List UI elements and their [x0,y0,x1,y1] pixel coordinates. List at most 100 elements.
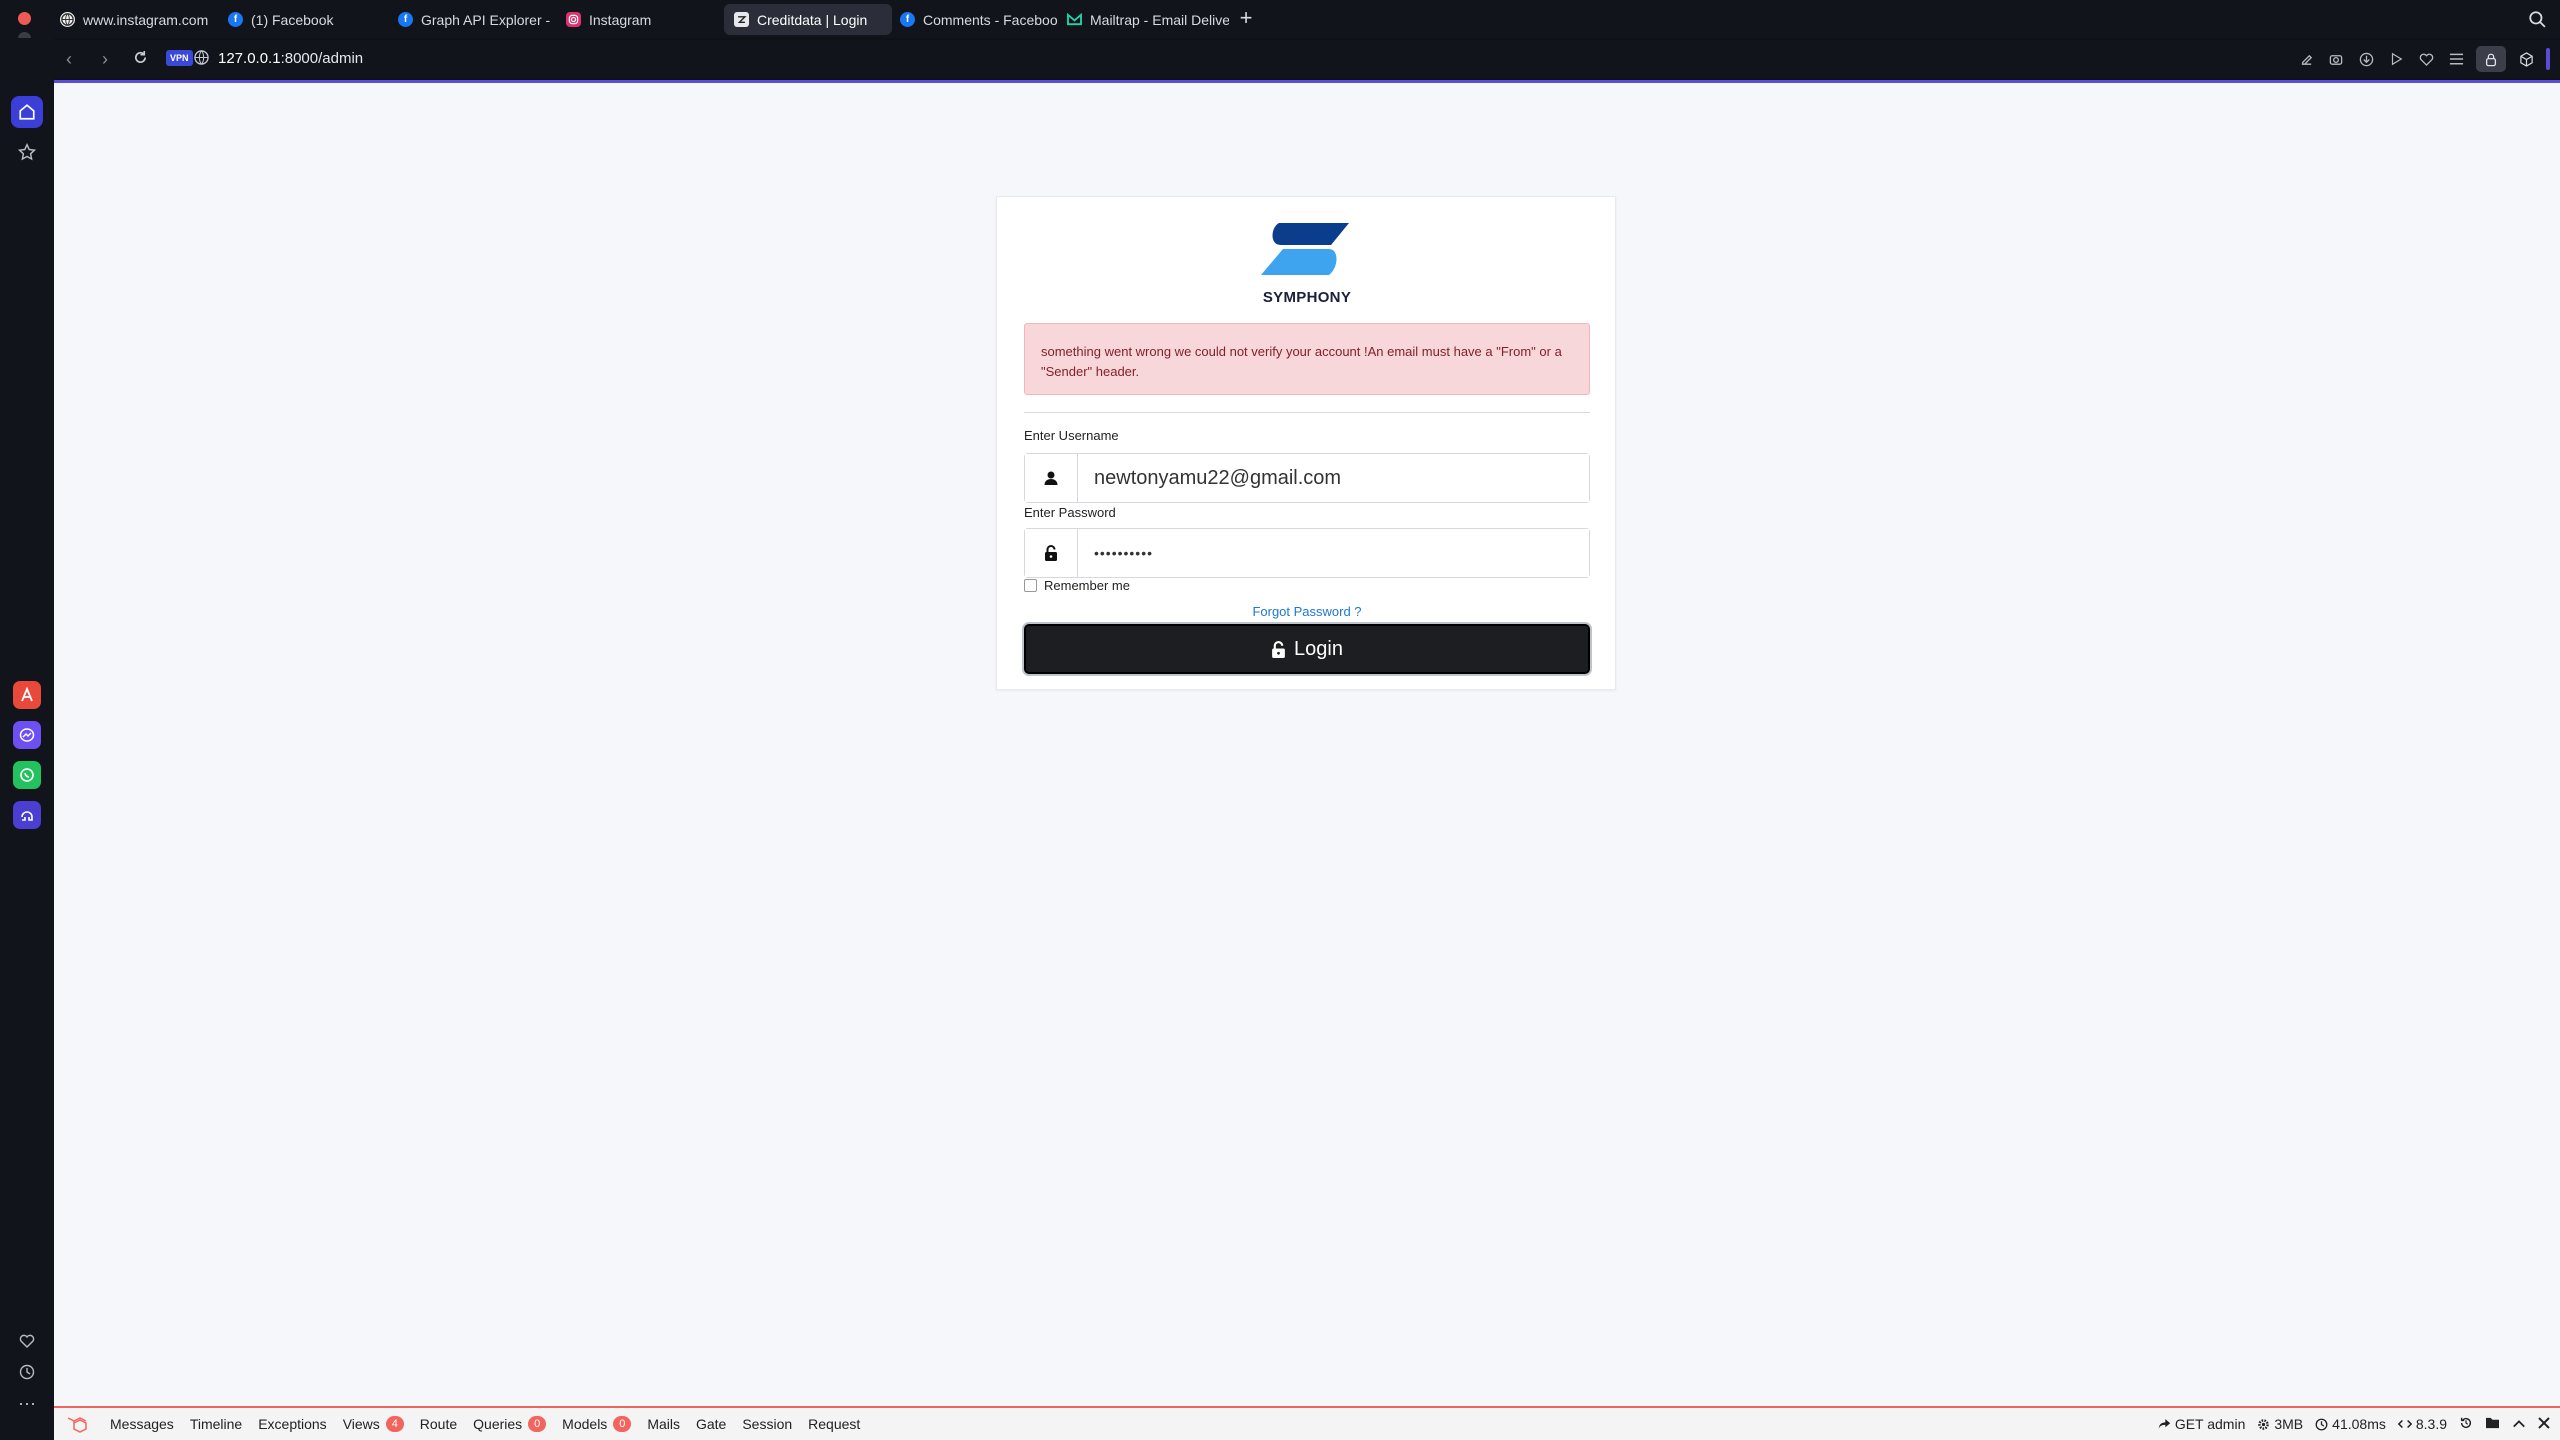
tab-facebook-comments[interactable]: f Comments - Facebook I [890,4,1058,35]
tab-label: Instagram [589,11,652,28]
remember-label: Remember me [1044,578,1130,593]
history-icon[interactable] [2459,1416,2473,1433]
browser-tab-bar: www.instagram.com f (1) Facebook f Graph… [0,0,2560,45]
username-input[interactable] [1078,454,1589,502]
whatsapp-icon[interactable] [13,761,41,789]
tab-label: Graph API Explorer - Me [421,11,553,28]
tab-instagram[interactable]: Instagram [556,4,721,35]
password-input[interactable] [1078,529,1589,577]
close-window-dot[interactable] [18,12,31,25]
debugbar-tab-request[interactable]: Request [800,1416,868,1432]
page-viewport: SYMPHONY something went wrong we could n… [54,80,2560,1406]
debugbar-tab-gate[interactable]: Gate [688,1416,734,1432]
debugbar-tab-label: Request [808,1416,861,1432]
tab-label: Creditdata | Login [757,11,868,28]
url-field[interactable]: 127.0.0.1:8000/admin [218,50,363,67]
debugbar-tab-views[interactable]: Views 4 [335,1416,412,1432]
url-host: 127.0.0.1 [218,50,281,67]
symphony-logo [1261,223,1349,275]
camera-icon[interactable] [2326,49,2346,69]
error-alert: something went wrong we could not verify… [1024,323,1590,395]
download-icon[interactable] [2356,49,2376,69]
debugbar-request-label: GET admin [2174,1416,2246,1432]
tab-instagram-web[interactable]: www.instagram.com [50,4,210,35]
debugbar-tab-label: Exceptions [258,1416,327,1432]
forgot-password-link[interactable]: Forgot Password ? [997,604,1617,619]
username-label: Enter Username [1024,428,1119,443]
lock-icon [1272,640,1285,658]
page-icon [734,12,749,27]
address-bar-tools [2296,46,2550,72]
url-path: :8000/admin [280,50,364,67]
tab-creditdata-login[interactable]: Creditdata | Login [724,4,892,35]
folder-icon[interactable] [2485,1416,2500,1432]
tab-label: www.instagram.com [83,11,209,28]
laravel-logo-icon[interactable] [64,1414,92,1434]
forward-icon[interactable]: › [94,48,116,70]
home-icon[interactable] [11,96,43,128]
clock-icon [2315,1418,2328,1430]
more-icon[interactable]: ⋯ [11,1388,43,1420]
heart-icon[interactable] [11,1324,43,1356]
remember-me[interactable]: Remember me [1024,578,1130,593]
count-badge: 0 [613,1416,632,1432]
play-icon[interactable] [2386,49,2406,69]
facebook-icon: f [228,12,243,27]
history-icon[interactable] [11,1356,43,1388]
profile-icon[interactable] [2476,46,2506,72]
star-icon[interactable] [11,136,43,168]
debugbar-tab-label: Route [419,1416,458,1432]
count-badge: 4 [385,1416,404,1432]
remember-checkbox[interactable] [1024,579,1037,592]
debugbar-tab-models[interactable]: Models 0 [554,1416,639,1432]
debugbar-tab-label: Timeline [189,1416,243,1432]
tab-facebook[interactable]: f (1) Facebook [218,4,383,35]
tab-graph-api-explorer[interactable]: f Graph API Explorer - Me [388,4,553,35]
debugbar-tab-timeline[interactable]: Timeline [182,1416,250,1432]
new-tab-button[interactable]: + [1236,7,1256,29]
username-input-group [1024,453,1590,503]
debugbar-tab-exceptions[interactable]: Exceptions [250,1416,334,1432]
vpn-badge[interactable]: VPN [166,50,193,66]
share-icon [2158,1419,2170,1429]
login-card: SYMPHONY something went wrong we could n… [996,196,1616,690]
debugbar-tab-queries[interactable]: Queries 0 [465,1416,554,1432]
debugbar-tab-label: Models [562,1416,608,1432]
divider [1024,412,1590,413]
facebook-icon: f [398,12,413,27]
search-tabs-icon[interactable] [2528,10,2548,30]
debugbar-time-value: 41.08ms [2332,1416,2386,1432]
heart-icon[interactable] [2416,49,2436,69]
debugbar: Messages Timeline Exceptions Views 4 Rout… [54,1406,2560,1440]
debugbar-tab-messages[interactable]: Messages [102,1416,182,1432]
reload-icon[interactable] [129,48,151,70]
debugbar-tab-session[interactable]: Session [734,1416,800,1432]
extensions-icon[interactable] [2516,49,2536,69]
debugbar-stats: GET admin 3MB 41.08ms 8.3.9 [2158,1416,2560,1433]
debugbar-tab-label: Views [342,1416,380,1432]
debugbar-tab-mails[interactable]: Mails [639,1416,688,1432]
music-app-icon[interactable] [13,801,41,829]
password-input-group [1024,528,1590,578]
debugbar-tab-route[interactable]: Route [412,1416,465,1432]
debugbar-request[interactable]: GET admin [2158,1416,2246,1432]
site-info-icon[interactable] [194,50,210,66]
close-icon[interactable] [2538,1416,2550,1432]
tab-label: (1) Facebook [251,11,334,28]
debugbar-tab-label: Mails [647,1416,680,1432]
back-icon[interactable]: ‹ [58,48,80,70]
menu-icon[interactable] [2446,49,2466,69]
user-icon [1025,454,1078,502]
messenger-icon[interactable] [13,721,41,749]
debugbar-tab-label: Session [742,1416,793,1432]
debugbar-version: 8.3.9 [2397,1416,2447,1432]
debugbar-tab-label: Gate [695,1416,727,1432]
login-button-label: Login [1294,637,1343,660]
debugbar-tab-label: Queries [473,1416,523,1432]
debugbar-time: 41.08ms [2315,1416,2386,1432]
tab-mailtrap[interactable]: Mailtrap - Email Delivery [1057,4,1229,35]
login-button[interactable]: Login [1024,624,1590,674]
chevron-up-icon[interactable] [2512,1416,2526,1432]
edit-icon[interactable] [2296,49,2316,69]
aria-app-icon[interactable] [13,681,41,709]
